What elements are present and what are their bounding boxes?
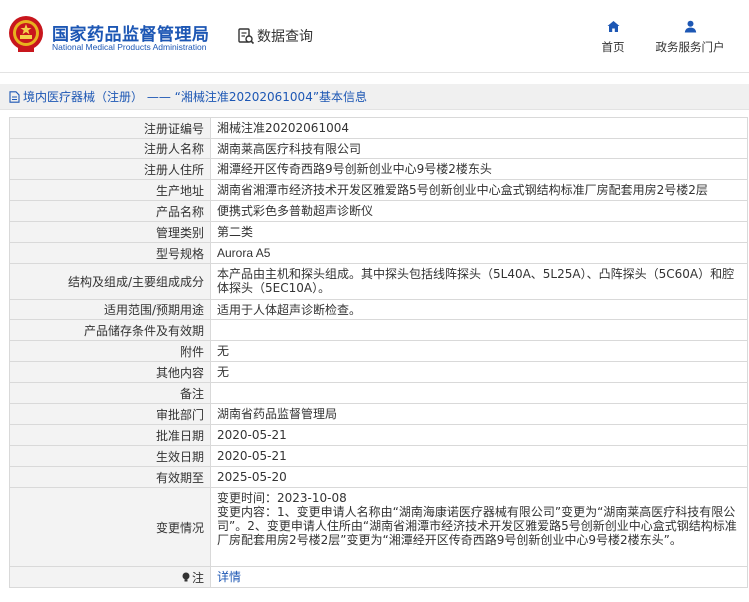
table-row: 附件 无 <box>10 341 748 362</box>
row-label: 适用范围/预期用途 <box>10 300 211 319</box>
data-query-label: 数据查询 <box>257 29 313 45</box>
row-label: 变更情况 <box>10 488 211 566</box>
row-label: 生效日期 <box>10 446 211 466</box>
row-value: 2020-05-21 <box>211 425 748 445</box>
row-value: Aurora A5 <box>211 243 748 263</box>
change-history-value: 变更时间：2023-10-08 变更内容：1、变更申请人名称由“湖南海康诺医疗器… <box>211 488 748 566</box>
site-header: 国家药品监督管理局 National Medical Products Admi… <box>0 0 749 72</box>
row-label: 产品名称 <box>10 201 211 221</box>
note-label-text: 注 <box>191 570 204 585</box>
header-divider <box>0 72 749 73</box>
row-label: 其他内容 <box>10 362 211 382</box>
row-label: 备注 <box>10 383 211 403</box>
row-label: 生产地址 <box>10 180 211 200</box>
table-row: 产品名称 便携式彩色多普勒超声诊断仪 <box>10 201 748 222</box>
row-value: 适用于人体超声诊断检查。 <box>211 300 748 319</box>
table-row: 注册人名称 湖南莱高医疗科技有限公司 <box>10 139 748 159</box>
nav-home[interactable]: 首页 <box>598 20 628 55</box>
nav-home-label: 首页 <box>601 40 625 54</box>
document-icon <box>9 90 20 103</box>
row-label: 产品储存条件及有效期 <box>10 320 211 340</box>
row-label: 注册证编号 <box>10 118 211 138</box>
row-label: 结构及组成/主要组成成分 <box>10 264 211 299</box>
table-row: 审批部门 湖南省药品监督管理局 <box>10 404 748 425</box>
row-value: 湖南省湘潭市经济技术开发区雅爱路5号创新创业中心盒式钢结构标准厂房配套用房2号楼… <box>211 180 748 200</box>
national-emblem-icon <box>9 16 43 52</box>
row-value: 湖南省药品监督管理局 <box>211 404 748 424</box>
table-row: 注 详情 <box>10 567 748 588</box>
table-row: 生产地址 湖南省湘潭市经济技术开发区雅爱路5号创新创业中心盒式钢结构标准厂房配套… <box>10 180 748 201</box>
nav-government-portal[interactable]: 政务服务门户 <box>651 20 729 55</box>
table-row: 结构及组成/主要组成成分 本产品由主机和探头组成。其中探头包括线阵探头（5L40… <box>10 264 748 300</box>
row-label: 注册人住所 <box>10 159 211 179</box>
table-row: 型号规格 Aurora A5 <box>10 243 748 264</box>
device-info-table: 注册证编号 湘械注准20202061004 注册人名称 湖南莱高医疗科技有限公司… <box>9 117 748 588</box>
lightbulb-icon <box>182 572 190 582</box>
row-value: 湖南莱高医疗科技有限公司 <box>211 139 748 158</box>
row-value: 本产品由主机和探头组成。其中探头包括线阵探头（5L40A、5L25A）、凸阵探头… <box>211 264 748 299</box>
table-row: 适用范围/预期用途 适用于人体超声诊断检查。 <box>10 300 748 320</box>
table-row: 其他内容 无 <box>10 362 748 383</box>
note-label: 注 <box>10 567 211 587</box>
table-row: 有效期至 2025-05-20 <box>10 467 748 488</box>
table-row: 批准日期 2020-05-21 <box>10 425 748 446</box>
row-value <box>211 320 748 340</box>
table-row: 备注 <box>10 383 748 404</box>
row-label: 型号规格 <box>10 243 211 263</box>
table-row: 注册人住所 湘潭经开区传奇西路9号创新创业中心9号楼2楼东头 <box>10 159 748 180</box>
home-icon <box>607 21 619 32</box>
row-value: 湘潭经开区传奇西路9号创新创业中心9号楼2楼东头 <box>211 159 748 179</box>
row-label: 批准日期 <box>10 425 211 445</box>
details-link[interactable]: 详情 <box>217 570 241 584</box>
row-label: 附件 <box>10 341 211 361</box>
row-value <box>211 383 748 403</box>
row-value: 湘械注准20202061004 <box>211 118 748 138</box>
table-row: 注册证编号 湘械注准20202061004 <box>10 118 748 139</box>
row-value: 无 <box>211 362 748 382</box>
row-label: 注册人名称 <box>10 139 211 158</box>
breadcrumb-text[interactable]: 境内医疗器械（注册） —— “湘械注准20202061004”基本信息 <box>23 88 367 105</box>
row-value: 2025-05-20 <box>211 467 748 487</box>
row-value: 无 <box>211 341 748 361</box>
row-value: 第二类 <box>211 222 748 242</box>
row-label: 有效期至 <box>10 467 211 487</box>
row-label: 管理类别 <box>10 222 211 242</box>
row-value: 2020-05-21 <box>211 446 748 466</box>
table-row: 管理类别 第二类 <box>10 222 748 243</box>
row-value: 详情 <box>211 567 748 587</box>
data-query-link[interactable]: 数据查询 <box>237 25 313 47</box>
table-row: 变更情况 变更时间：2023-10-08 变更内容：1、变更申请人名称由“湖南海… <box>10 488 748 567</box>
breadcrumb: 境内医疗器械（注册） —— “湘械注准20202061004”基本信息 <box>0 84 749 110</box>
site-logo-subtitle[interactable]: National Medical Products Administration <box>52 42 207 52</box>
user-icon <box>684 20 696 33</box>
row-value: 便携式彩色多普勒超声诊断仪 <box>211 201 748 221</box>
search-document-icon <box>238 28 255 45</box>
table-row: 生效日期 2020-05-21 <box>10 446 748 467</box>
nav-portal-label: 政务服务门户 <box>655 40 725 54</box>
table-row: 产品储存条件及有效期 <box>10 320 748 341</box>
row-label: 审批部门 <box>10 404 211 424</box>
